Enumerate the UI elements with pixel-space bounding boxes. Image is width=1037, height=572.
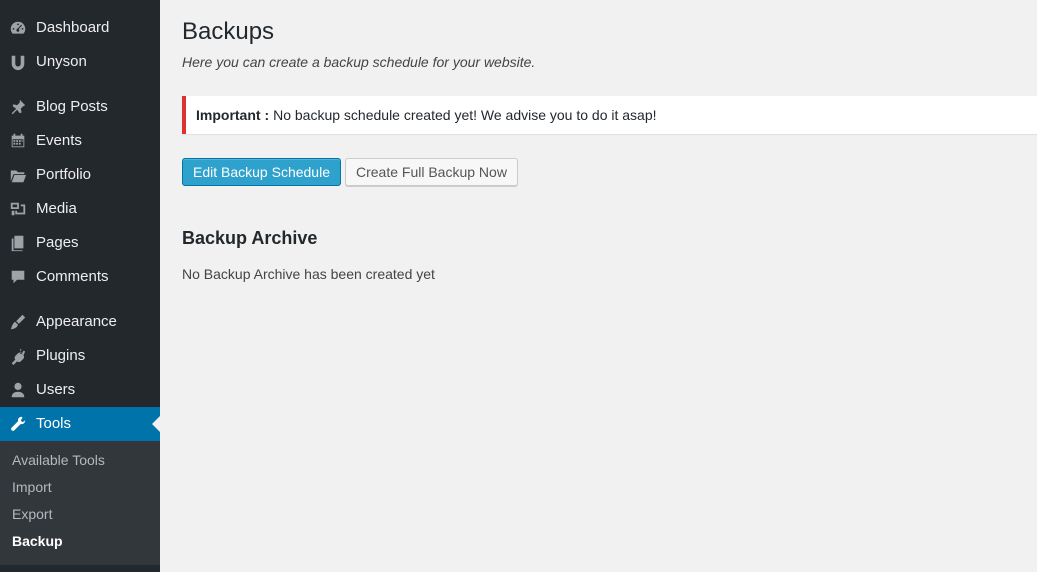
sidebar-item-comments[interactable]: Comments	[0, 260, 160, 294]
sidebar-item-label: Blog Posts	[36, 98, 108, 115]
sidebar-item-label: Plugins	[36, 347, 86, 364]
backup-archive-empty-text: No Backup Archive has been created yet	[182, 266, 435, 282]
sidebar-item-label: Portfolio	[36, 166, 92, 183]
sidebar-item-label: Dashboard	[36, 19, 110, 36]
sidebar-item-label: Users	[36, 381, 76, 398]
submenu-item-export[interactable]: Export	[0, 501, 160, 528]
user-icon	[0, 373, 36, 407]
sidebar-item-plugins[interactable]: Plugins	[0, 339, 160, 373]
page-subtitle: Here you can create a backup schedule fo…	[182, 54, 536, 70]
backup-archive-heading: Backup Archive	[182, 228, 318, 248]
sidebar-item-label: Appearance	[36, 313, 117, 330]
notice-text: No backup schedule created yet! We advis…	[273, 107, 657, 123]
wrench-icon	[0, 407, 36, 441]
submenu-item-available-tools[interactable]: Available Tools	[0, 447, 160, 474]
sidebar-item-media[interactable]: Media	[0, 192, 160, 226]
comment-icon	[0, 260, 36, 294]
admin-menu: Dashboard Unyson Blog Posts Events Portfolio…	[0, 0, 160, 441]
calendar-icon	[0, 124, 36, 158]
page-title: Backups	[182, 18, 275, 45]
admin-sidebar: Dashboard Unyson Blog Posts Events Portfolio…	[0, 0, 160, 572]
sidebar-item-label: Media	[36, 200, 77, 217]
media-icon	[0, 192, 36, 226]
sidebar-item-label: Pages	[36, 234, 79, 251]
important-notice: Important : No backup schedule created y…	[182, 96, 1037, 134]
folder-icon	[0, 158, 36, 192]
sidebar-item-pages[interactable]: Pages	[0, 226, 160, 260]
pin-icon	[0, 90, 36, 124]
sidebar-item-appearance[interactable]: Appearance	[0, 305, 160, 339]
brush-icon	[0, 305, 36, 339]
sidebar-item-unyson[interactable]: Unyson	[0, 45, 160, 79]
unyson-icon	[0, 45, 36, 79]
action-buttons: Edit Backup Schedule Create Full Backup …	[182, 158, 518, 186]
sidebar-item-label: Events	[36, 132, 82, 149]
submenu-item-import[interactable]: Import	[0, 474, 160, 501]
sidebar-item-dashboard[interactable]: Dashboard	[0, 11, 160, 45]
sidebar-item-label: Comments	[36, 268, 109, 285]
menu-group: Appearance Plugins Users Tools	[0, 294, 160, 441]
dashboard-icon	[0, 11, 36, 45]
pages-icon	[0, 226, 36, 260]
sidebar-item-label: Tools	[36, 415, 72, 432]
notice-label: Important :	[196, 107, 270, 123]
sidebar-item-users[interactable]: Users	[0, 373, 160, 407]
create-full-backup-button[interactable]: Create Full Backup Now	[344, 158, 518, 186]
sidebar-item-tools[interactable]: Tools	[0, 407, 160, 441]
plug-icon	[0, 339, 36, 373]
submenu-item-backup[interactable]: Backup	[0, 528, 160, 555]
tools-submenu: Available Tools Import Export Backup	[0, 441, 160, 565]
sidebar-item-blog-posts[interactable]: Blog Posts	[0, 90, 160, 124]
menu-group: Blog Posts Events Portfolio Media Pages Comme…	[0, 79, 160, 294]
sidebar-item-events[interactable]: Events	[0, 124, 160, 158]
sidebar-item-label: Unyson	[36, 53, 87, 70]
menu-group: Dashboard Unyson	[0, 0, 160, 79]
edit-backup-schedule-button[interactable]: Edit Backup Schedule	[182, 158, 341, 186]
sidebar-item-portfolio[interactable]: Portfolio	[0, 158, 160, 192]
